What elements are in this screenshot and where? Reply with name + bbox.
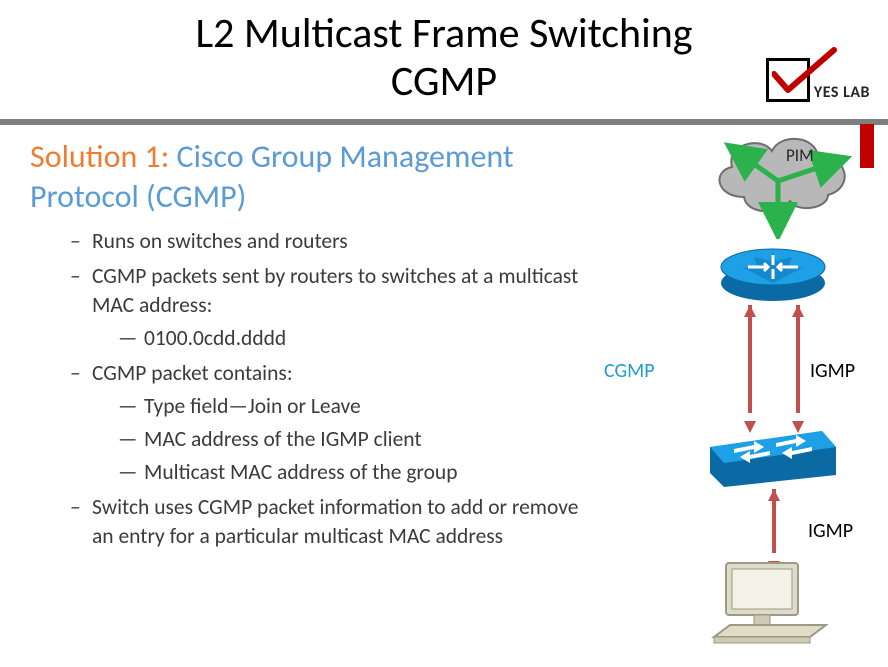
sub-list: Type field—Join or Leave MAC address of … [118, 392, 600, 487]
text-column: Solution 1: Cisco Group Management Proto… [30, 133, 600, 557]
computer-icon [708, 561, 828, 645]
pim-label: PIM [786, 145, 814, 166]
bullet-text: 0100.0cdd.dddd [144, 325, 286, 351]
body: Solution 1: Cisco Group Management Proto… [0, 125, 888, 557]
bullet-text: CGMP packet contains: [92, 360, 293, 386]
bullet-list: Runs on switches and routers CGMP packet… [70, 227, 600, 551]
bullet-item: CGMP packet contains: Type field—Join or… [70, 359, 600, 487]
bullet-text: Runs on switches and routers [92, 228, 348, 254]
logo-box [766, 58, 810, 102]
sub-bullet: 0100.0cdd.dddd [118, 324, 600, 353]
bullet-item: Switch uses CGMP packet information to a… [70, 493, 600, 551]
title-line1: L2 Multicast Frame Switching [195, 8, 692, 59]
switch-icon [706, 425, 840, 487]
pim-arrows-icon [700, 139, 860, 239]
sub-bullet: Multicast MAC address of the group [118, 458, 600, 487]
sub-bullet: Type field—Join or Leave [118, 392, 600, 421]
title-line2: CGMP [391, 56, 497, 107]
slide: L2 Multicast Frame Switching CGMP YES LA… [0, 0, 888, 667]
igmp-label-2: IGMP [808, 519, 853, 543]
logo: YES LAB [766, 58, 870, 102]
checkmark-icon [772, 46, 838, 96]
router-icon [718, 245, 828, 303]
bullet-text: Switch uses CGMP packet information to a… [92, 494, 578, 549]
bullet-text: CGMP packets sent by routers to switches… [92, 263, 578, 318]
igmp-label-1: IGMP [810, 359, 855, 383]
slide-title: L2 Multicast Frame Switching CGMP [30, 10, 858, 107]
subtitle-label: Solution 1: [30, 137, 169, 176]
bullet-text: Type field—Join or Leave [144, 393, 361, 419]
sub-list: 0100.0cdd.dddd [118, 324, 600, 353]
subtitle: Solution 1: Cisco Group Management Proto… [30, 137, 600, 217]
bullet-item: Runs on switches and routers [70, 227, 600, 256]
sub-bullet: MAC address of the IGMP client [118, 425, 600, 454]
title-block: L2 Multicast Frame Switching CGMP [30, 10, 858, 107]
bullet-text: MAC address of the IGMP client [144, 426, 422, 452]
network-diagram: PIM [600, 127, 870, 647]
cgmp-label: CGMP [604, 359, 655, 383]
bullet-text: Multicast MAC address of the group [144, 459, 458, 485]
bullet-item: CGMP packets sent by routers to switches… [70, 262, 600, 353]
header: L2 Multicast Frame Switching CGMP [0, 0, 888, 111]
diagram-column: PIM [600, 133, 858, 557]
